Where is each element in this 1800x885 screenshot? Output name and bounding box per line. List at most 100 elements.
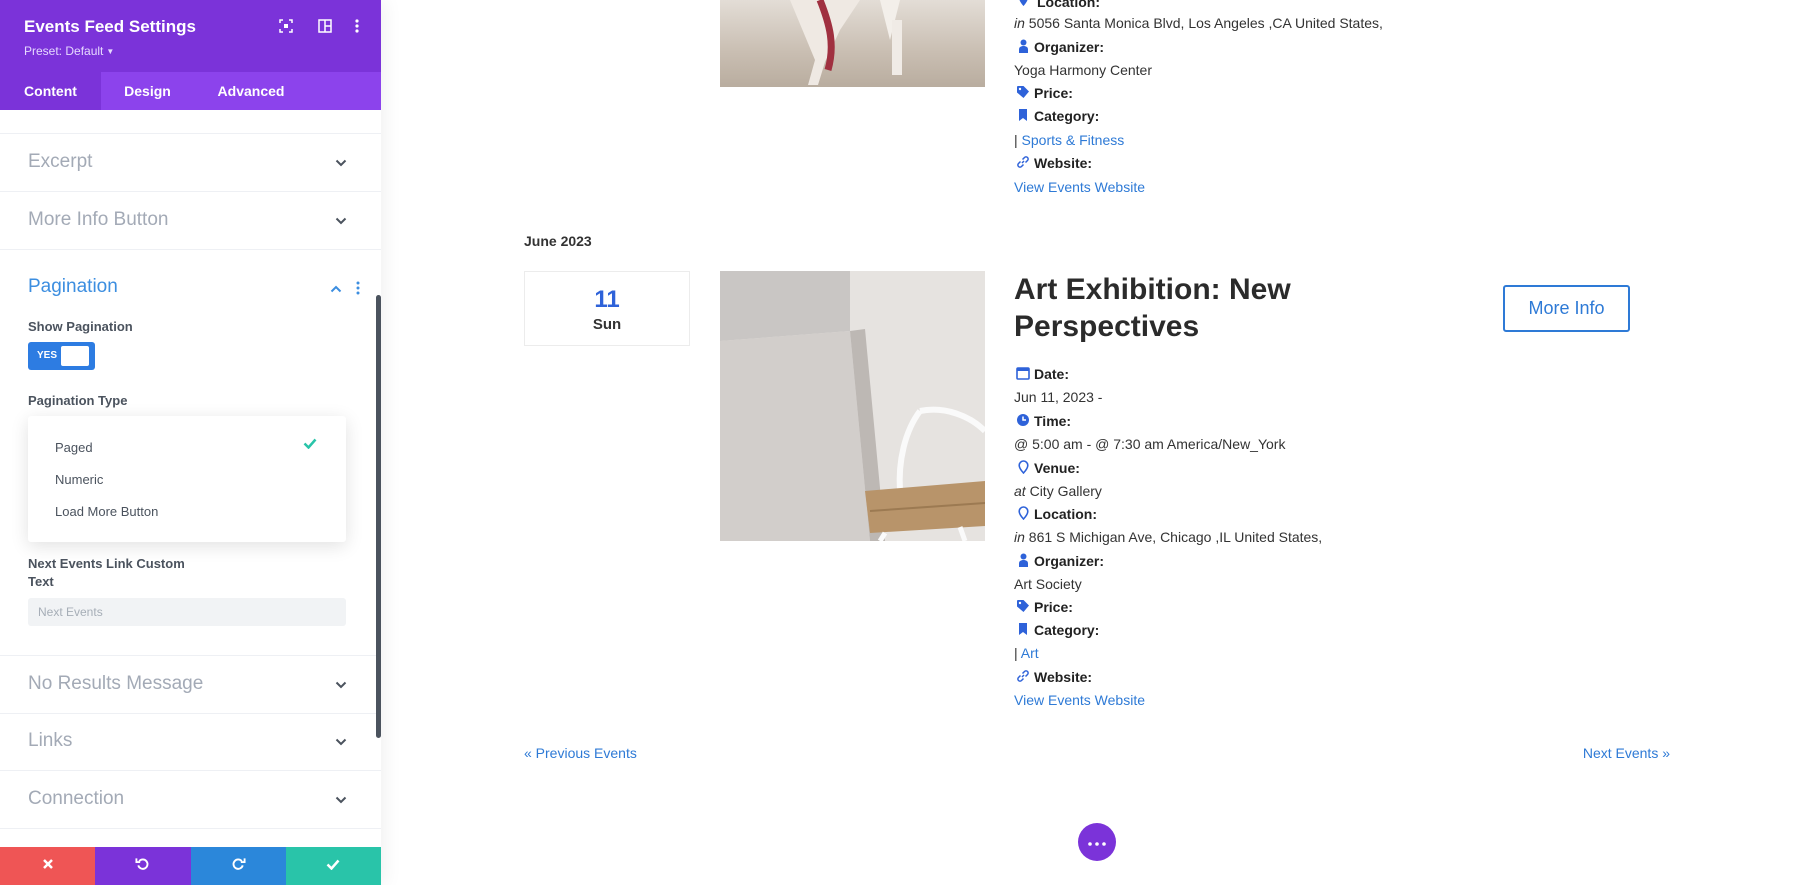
chevron-down-icon xyxy=(335,676,347,694)
website-label: Website: xyxy=(1034,669,1093,685)
venue-pin-icon xyxy=(1016,460,1030,474)
pagination-type-label: Pagination Type xyxy=(28,393,128,408)
price-label: Price: xyxy=(1034,599,1073,615)
month-heading: June 2023 xyxy=(524,233,592,249)
category-label: Category: xyxy=(1034,622,1100,638)
redo-button[interactable] xyxy=(190,847,286,885)
at-prefix: at xyxy=(1014,483,1026,499)
bookmark-icon xyxy=(1016,622,1030,636)
event-weekday: Sun xyxy=(592,316,622,333)
panel-tabs: Content Design Advanced xyxy=(0,72,381,110)
check-icon xyxy=(303,436,317,454)
option-load-more-button[interactable]: Load More Button xyxy=(55,504,158,519)
organizer-label: Organizer: xyxy=(1034,553,1105,569)
show-pagination-toggle[interactable]: YES xyxy=(28,342,95,370)
event-title[interactable]: Art Exhibition: New Perspectives xyxy=(1014,271,1394,345)
section-no-results-message[interactable]: No Results Message xyxy=(0,655,381,714)
bookmark-icon xyxy=(1016,108,1030,122)
next-link-text-label: Next Events Link Custom Text xyxy=(28,556,185,589)
event2-time: @ 5:00 am - @ 7:30 am America/New_York xyxy=(1014,436,1286,452)
label-line: Text xyxy=(28,574,54,589)
panel-title: Events Feed Settings xyxy=(24,17,196,36)
save-button[interactable] xyxy=(285,847,381,885)
venue-text: City Gallery xyxy=(1029,483,1102,499)
category-label: Category: xyxy=(1034,108,1100,124)
previous-events-link[interactable]: « Previous Events xyxy=(524,745,637,761)
section-connection[interactable]: Connection xyxy=(0,771,381,829)
section-title: Excerpt xyxy=(28,151,93,172)
event-image-art xyxy=(720,271,985,541)
focus-icon[interactable] xyxy=(277,17,295,35)
event1-website-link[interactable]: View Events Website xyxy=(1014,179,1145,195)
price-tag-icon xyxy=(1016,599,1030,613)
chevron-down-icon xyxy=(335,733,347,751)
event1-address: in 5056 Santa Monica Blvd, Los Angeles ,… xyxy=(1014,15,1383,31)
cancel-button[interactable] xyxy=(0,847,96,885)
venue-label: Venue: xyxy=(1034,460,1080,476)
yoga-figure-icon xyxy=(790,0,902,85)
more-info-button[interactable]: More Info xyxy=(1503,285,1630,332)
section-excerpt[interactable]: Excerpt xyxy=(0,134,381,192)
ellipsis-icon xyxy=(1088,833,1106,851)
event2-website-link[interactable]: View Events Website xyxy=(1014,692,1145,708)
price-label: Price: xyxy=(1034,85,1073,101)
section-more-info-button[interactable]: More Info Button xyxy=(0,192,381,250)
organizer-icon xyxy=(1016,553,1030,567)
pagination-type-dropdown: Paged Numeric Load More Button xyxy=(28,416,346,542)
organizer-icon xyxy=(1016,39,1030,53)
section-title: Connection xyxy=(28,788,125,809)
section-title: More Info Button xyxy=(28,209,169,230)
event2-organizer: Art Society xyxy=(1014,576,1082,592)
chevron-up-icon[interactable] xyxy=(330,280,342,298)
close-icon xyxy=(42,857,54,875)
category-link[interactable]: Sports & Fitness xyxy=(1022,132,1125,148)
location-label: Location: xyxy=(1037,0,1100,10)
location-pin-icon xyxy=(1016,0,1030,7)
chevron-down-icon xyxy=(335,154,347,172)
settings-panel: Events Feed Settings Preset: Default ▼ Co… xyxy=(0,0,381,885)
section-title: No Results Message xyxy=(28,673,204,694)
undo-icon xyxy=(135,856,150,876)
next-events-link[interactable]: Next Events » xyxy=(1583,745,1670,761)
chevron-down-icon xyxy=(335,212,347,230)
section-title: Links xyxy=(28,730,73,751)
in-prefix: in xyxy=(1014,529,1025,545)
split-view-icon[interactable] xyxy=(316,17,334,35)
event2-address: in 861 S Michigan Ave, Chicago ,IL Unite… xyxy=(1014,529,1322,545)
time-label: Time: xyxy=(1034,413,1072,429)
show-pagination-label: Show Pagination xyxy=(28,319,133,334)
event2-date: Jun 11, 2023 - xyxy=(1014,389,1103,405)
more-options-icon[interactable] xyxy=(348,17,366,35)
event2-category: | Art xyxy=(1014,645,1039,661)
event1-category: | Sports & Fitness xyxy=(1014,132,1124,148)
check-icon xyxy=(326,857,340,875)
address-text: 5056 Santa Monica Blvd, Los Angeles ,CA … xyxy=(1028,15,1383,31)
undo-button[interactable] xyxy=(95,847,191,885)
section-links[interactable]: Links xyxy=(0,713,381,771)
event1-organizer: Yoga Harmony Center xyxy=(1014,62,1153,78)
panel-footer xyxy=(0,847,381,885)
option-paged[interactable]: Paged xyxy=(55,440,93,455)
chevron-down-icon xyxy=(335,791,347,809)
builder-menu-button[interactable] xyxy=(1078,823,1116,861)
label-line: Next Events Link Custom xyxy=(28,556,185,571)
next-link-text-input[interactable] xyxy=(28,598,346,626)
link-icon xyxy=(1016,155,1030,169)
section-pagination-title[interactable]: Pagination xyxy=(28,276,118,298)
section-options-icon[interactable] xyxy=(356,281,360,300)
preset-selector[interactable]: Preset: Default ▼ xyxy=(24,44,114,58)
event2-venue: at City Gallery xyxy=(1014,483,1102,499)
tab-design[interactable]: Design xyxy=(101,72,194,110)
tab-content[interactable]: Content xyxy=(0,72,101,110)
location-label: Location: xyxy=(1034,506,1097,522)
chair-artwork-icon xyxy=(720,271,985,541)
separator: | xyxy=(1014,645,1018,661)
panel-scrollbar[interactable] xyxy=(376,295,381,738)
date-label: Date: xyxy=(1034,366,1070,382)
tab-advanced[interactable]: Advanced xyxy=(194,72,308,110)
option-numeric[interactable]: Numeric xyxy=(55,472,103,487)
separator: | xyxy=(1014,132,1018,148)
preset-label: Preset: Default xyxy=(24,44,104,58)
event-day: 11 xyxy=(594,286,620,313)
category-link[interactable]: Art xyxy=(1021,645,1039,661)
